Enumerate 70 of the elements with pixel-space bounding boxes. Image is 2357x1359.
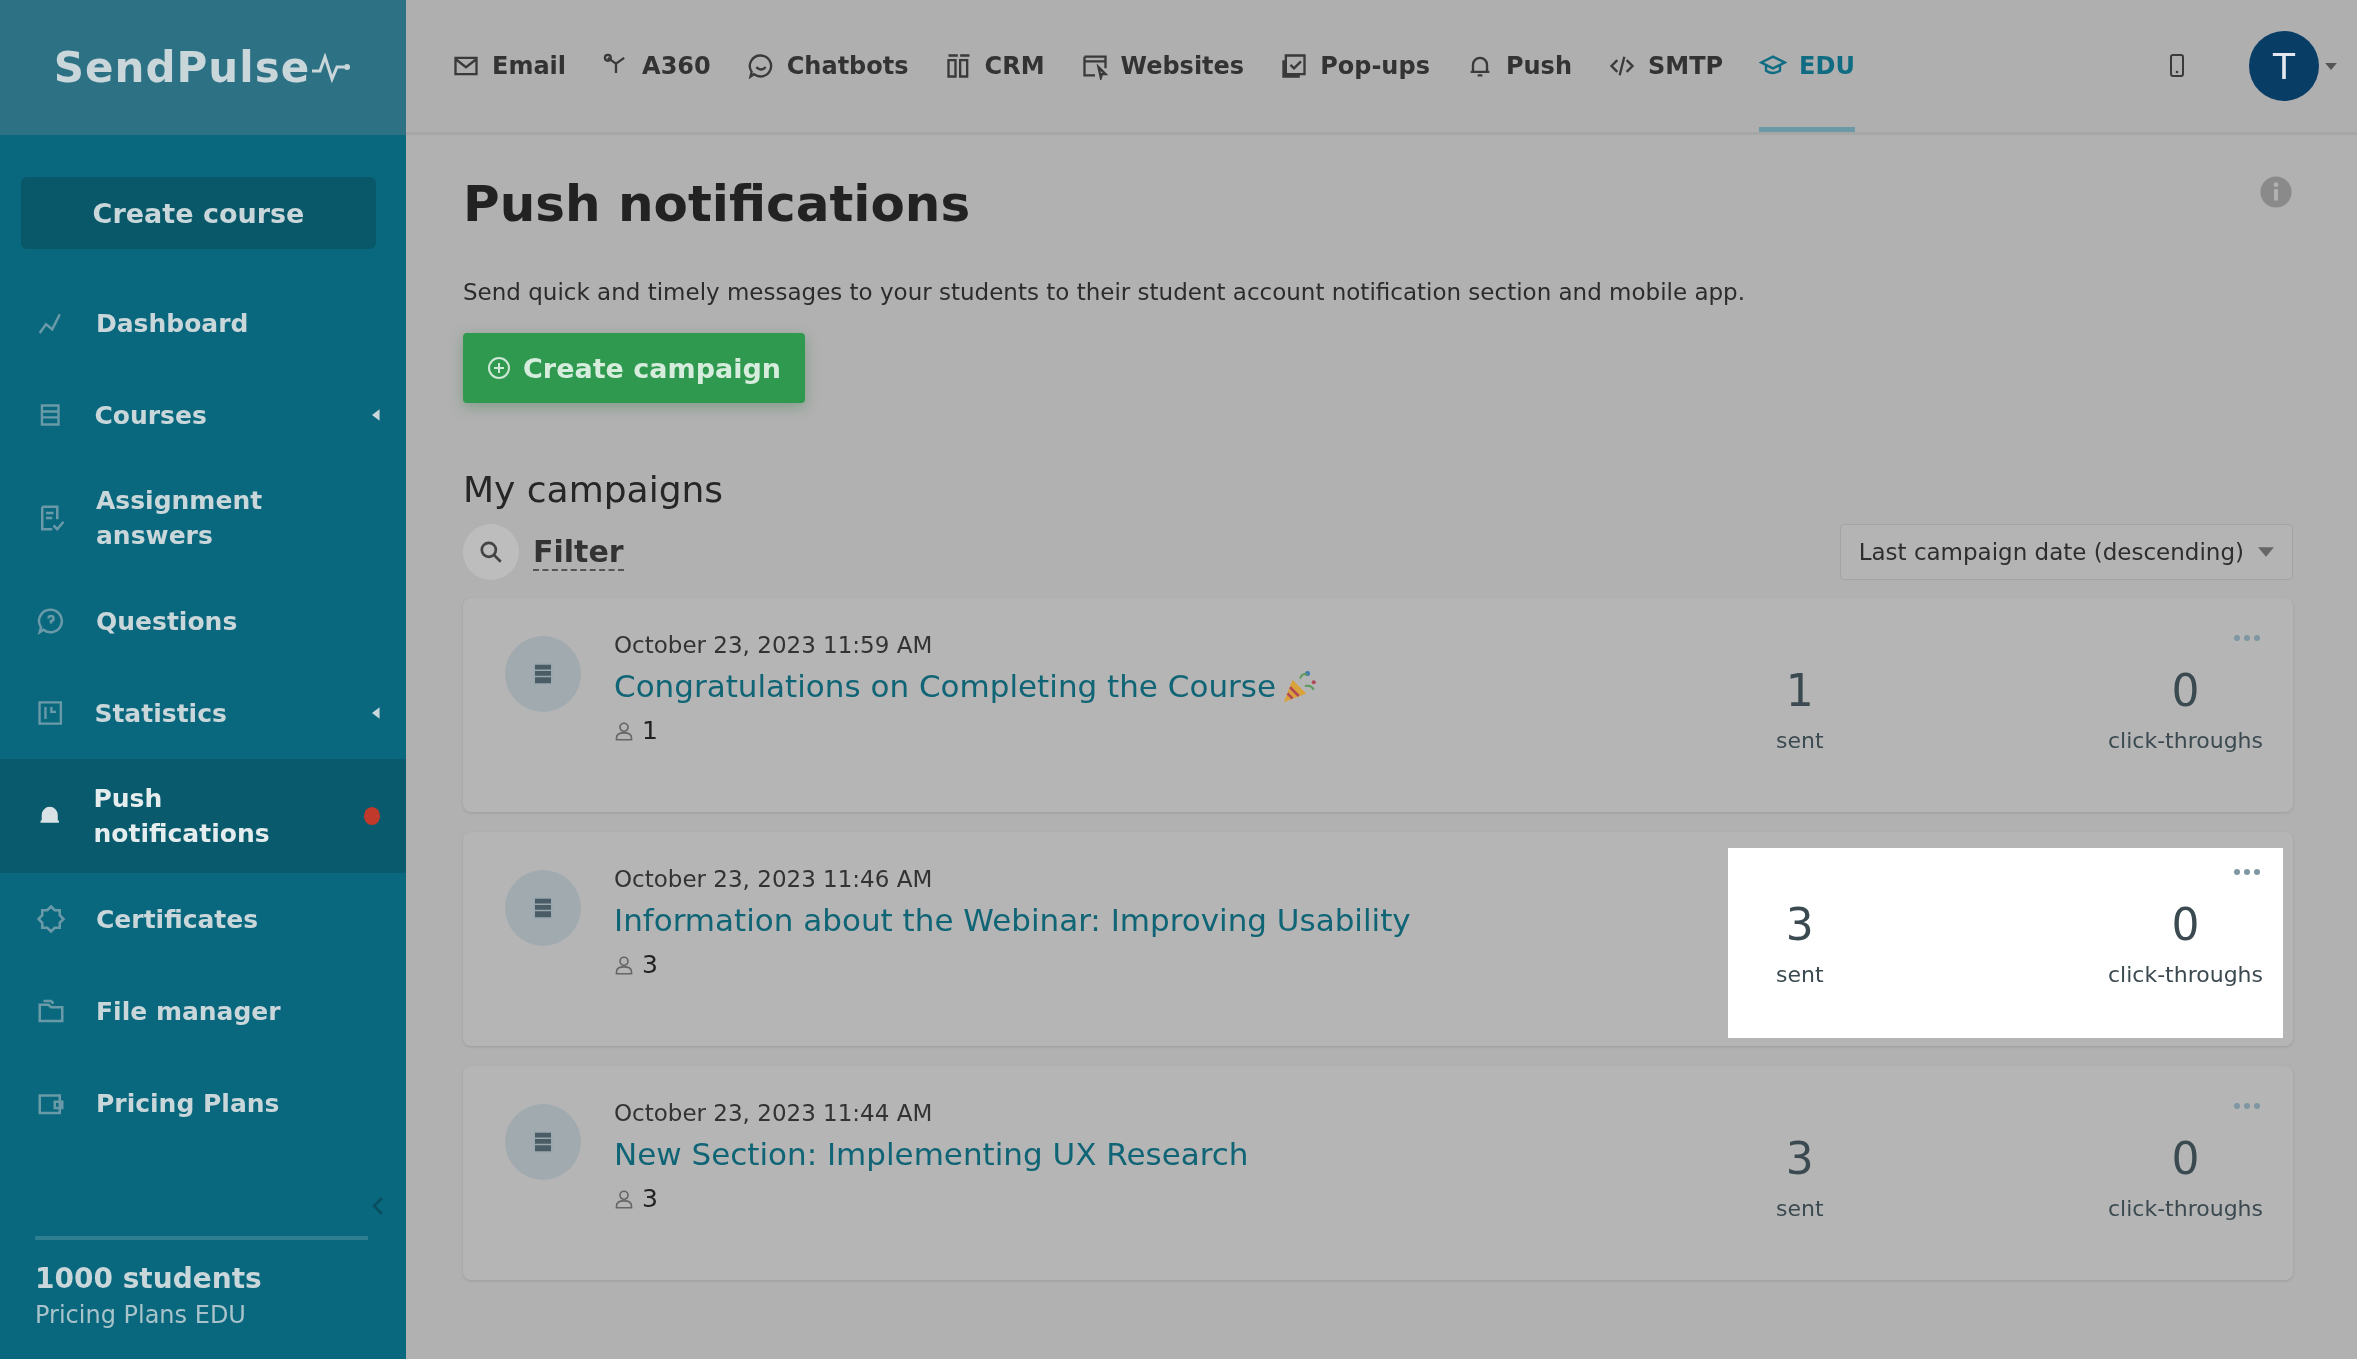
- recipient-count: 3: [642, 1184, 658, 1214]
- nav-tab[interactable]: CRM: [944, 0, 1045, 132]
- sidebar-item[interactable]: Pricing Plans: [0, 1057, 406, 1149]
- sent-label: sent: [1776, 1196, 1824, 1221]
- sent-count: 3: [1785, 1133, 1814, 1184]
- nav-tab[interactable]: Email: [452, 0, 567, 132]
- nav-tab[interactable]: Websites: [1080, 0, 1245, 132]
- mobile-phone-icon[interactable]: [2169, 54, 2185, 78]
- filter-link[interactable]: Filter: [533, 533, 624, 571]
- person-icon: [614, 720, 634, 741]
- sent-label: sent: [1776, 728, 1824, 753]
- click-count: 0: [2171, 1133, 2200, 1184]
- section-title: My campaigns: [463, 469, 725, 510]
- caret-icon: [2258, 547, 2274, 557]
- nav-tab[interactable]: Chatbots: [746, 0, 909, 132]
- click-count: 0: [2171, 899, 2200, 950]
- campaign-title-link[interactable]: New Section: Implementing UX Research: [614, 1134, 1249, 1175]
- nav-tab[interactable]: Push: [1465, 0, 1572, 132]
- nav-tab[interactable]: A360: [602, 0, 711, 132]
- nav-tab[interactable]: Pop-ups: [1280, 0, 1430, 132]
- click-count: 0: [2171, 665, 2200, 716]
- create-course-button[interactable]: Create course: [21, 177, 376, 249]
- sent-count: 1: [1785, 665, 1814, 716]
- sidebar-item[interactable]: Assignment answers: [0, 461, 406, 575]
- campaign-title-link[interactable]: Information about the Webinar: Improving Usability: [614, 900, 1411, 941]
- sidebar-item[interactable]: Questions: [0, 575, 406, 667]
- grid-icon: [36, 698, 65, 728]
- more-options-icon[interactable]: [2233, 868, 2261, 876]
- caret-icon[interactable]: [2325, 62, 2337, 70]
- create-campaign-button[interactable]: Create campaign: [463, 333, 805, 403]
- recipient-count: 3: [642, 950, 658, 980]
- checked-window-icon: [1280, 52, 1309, 80]
- page-description: Send quick and timely messages to your students to their student account notification section and mobile app.: [463, 279, 1747, 305]
- question-bubble-icon: [36, 606, 66, 636]
- recipient-count: 1: [642, 716, 658, 746]
- person-icon: [614, 954, 634, 975]
- sidebar-item[interactable]: Statistics: [0, 667, 406, 759]
- plan-student-count: 1000 students: [35, 1262, 263, 1295]
- plus-circle-icon: [487, 356, 511, 380]
- sidebar-item[interactable]: Certificates: [0, 873, 406, 965]
- nav-tab[interactable]: SMTP: [1607, 0, 1724, 132]
- campaign-title-link[interactable]: Congratulations on Completing the Course: [614, 666, 1277, 707]
- alert-dot: [363, 807, 380, 825]
- sidebar-item[interactable]: File manager: [0, 965, 406, 1057]
- caret-icon: [372, 409, 380, 421]
- campaign-date: October 23, 2023 11:44 AM: [614, 1100, 934, 1126]
- page-title: Push notifications: [463, 175, 971, 233]
- user-avatar[interactable]: T: [2249, 31, 2319, 101]
- chat-bubble-icon: [746, 52, 775, 80]
- search-icon: [478, 539, 504, 565]
- plan-name: Pricing Plans EDU: [35, 1301, 247, 1329]
- sent-count: 3: [1785, 899, 1814, 950]
- sidebar-item[interactable]: Dashboard: [0, 277, 406, 369]
- sort-dropdown[interactable]: Last campaign date (descending): [1839, 524, 2293, 580]
- logo-text: SendPulse: [53, 43, 311, 92]
- click-label: click-throughs: [2108, 962, 2263, 987]
- person-icon: [614, 1188, 634, 1209]
- caret-icon: [372, 707, 380, 719]
- sidebar-item[interactable]: Courses: [0, 369, 406, 461]
- gear-badge-icon: [36, 904, 66, 934]
- campaign-date: October 23, 2023 11:46 AM: [614, 866, 934, 892]
- click-label: click-throughs: [2108, 728, 2263, 753]
- pulse-logo-icon: [312, 52, 353, 83]
- sent-label: sent: [1776, 962, 1824, 987]
- columns-icon: [944, 52, 973, 80]
- click-label: click-throughs: [2108, 1196, 2263, 1221]
- sidebar-item[interactable]: Push notifications: [0, 759, 406, 873]
- campaign-date: October 23, 2023 11:59 AM: [614, 632, 934, 658]
- info-icon[interactable]: [2259, 175, 2293, 209]
- nav-tab[interactable]: EDU: [1759, 0, 1855, 132]
